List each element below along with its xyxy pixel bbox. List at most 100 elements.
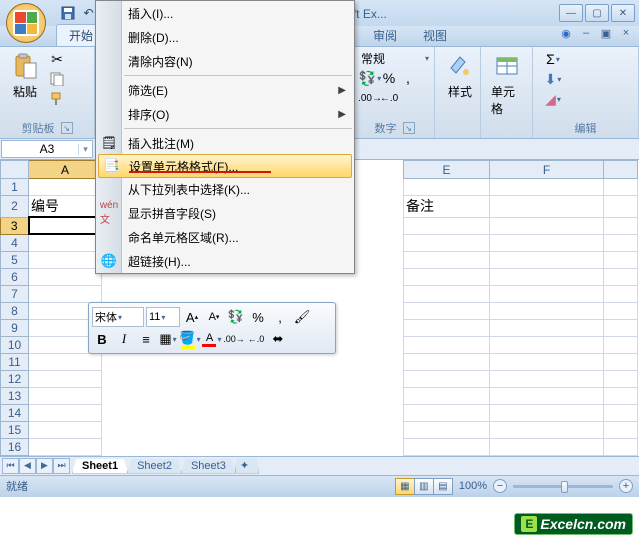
row-header[interactable]: 11	[1, 353, 29, 370]
increase-decimal-icon[interactable]: .00→	[361, 89, 379, 107]
number-format-combo[interactable]: 常规▾	[361, 50, 429, 67]
align-center-icon[interactable]: ≡	[136, 329, 156, 349]
autosum-icon[interactable]: Σ▾	[539, 50, 567, 68]
row-header[interactable]: 15	[1, 421, 29, 438]
percent-icon[interactable]: %	[380, 69, 398, 87]
row-header[interactable]: 6	[1, 268, 29, 285]
row-header[interactable]: 4	[1, 234, 29, 251]
decrease-decimal-icon[interactable]: ←.0	[380, 89, 398, 107]
save-icon[interactable]	[58, 3, 78, 23]
ctx-clear[interactable]: 清除内容(N)	[96, 49, 354, 73]
cell[interactable]	[404, 217, 490, 234]
cell[interactable]	[29, 179, 102, 196]
sheet-tab-2[interactable]: Sheet2	[127, 459, 182, 474]
col-header-F[interactable]: F	[490, 161, 604, 179]
col-header-A[interactable]: A	[29, 161, 102, 179]
cells-button[interactable]: 单元格	[487, 50, 526, 119]
ctx-phonetic[interactable]: wén文显示拼音字段(S)	[96, 201, 354, 225]
row-header[interactable]: 2	[1, 196, 29, 218]
cell[interactable]	[490, 196, 604, 218]
doc-close-button[interactable]: ×	[617, 26, 635, 40]
name-box[interactable]: A3 ▾	[1, 140, 93, 158]
zoom-slider[interactable]	[513, 485, 613, 488]
row-header[interactable]: 16	[1, 438, 29, 455]
mini-size-combo[interactable]: 11▾	[146, 307, 180, 327]
mini-format-painter-icon[interactable]: 🖌	[292, 307, 312, 327]
mini-increase-decimal-icon[interactable]: .00→	[224, 329, 244, 349]
bold-button[interactable]: B	[92, 329, 112, 349]
ctx-hyperlink[interactable]: 🌐超链接(H)...	[96, 249, 354, 273]
ctx-define-name[interactable]: 命名单元格区域(R)...	[96, 225, 354, 249]
cell[interactable]	[490, 217, 604, 234]
paste-button[interactable]: 粘贴	[6, 50, 44, 102]
view-normal-icon[interactable]: ▦	[395, 478, 415, 495]
number-launcher[interactable]: ↘	[403, 122, 415, 134]
doc-restore-button[interactable]: ▣	[597, 26, 615, 40]
ctx-insert[interactable]: 插入(I)...	[96, 1, 354, 25]
format-painter-icon[interactable]	[48, 90, 66, 108]
fill-color-icon[interactable]: 🪣▾	[180, 329, 200, 349]
row-header[interactable]: 7	[1, 285, 29, 302]
cut-icon[interactable]: ✂	[48, 50, 66, 68]
ctx-pick-list[interactable]: 从下拉列表中选择(K)...	[96, 177, 354, 201]
col-header-E[interactable]: E	[404, 161, 490, 179]
ctx-format-cells[interactable]: 📑设置单元格格式(F)...	[98, 154, 352, 178]
merge-center-icon[interactable]: ⬌	[268, 329, 288, 349]
ctx-sort[interactable]: 排序(O)▶	[96, 102, 354, 126]
help-icon[interactable]: ◉	[557, 26, 575, 40]
font-color-icon[interactable]: A▾	[202, 329, 222, 349]
zoom-out-button[interactable]: −	[493, 479, 507, 493]
close-button[interactable]: ✕	[611, 4, 635, 22]
tab-first-icon[interactable]: ⏮	[2, 458, 19, 474]
comma-icon[interactable]: ,	[399, 69, 417, 87]
row-header[interactable]: 1	[1, 179, 29, 196]
cell-A3-active[interactable]	[29, 217, 102, 234]
row-header[interactable]: 10	[1, 336, 29, 353]
col-header-next[interactable]	[604, 161, 638, 179]
currency-icon[interactable]: 💱▾	[361, 69, 379, 87]
italic-button[interactable]: I	[114, 329, 134, 349]
office-button[interactable]	[6, 3, 46, 43]
mini-font-combo[interactable]: 宋体▾	[92, 307, 144, 327]
fill-icon[interactable]: ⬇▾	[539, 70, 567, 88]
tab-next-icon[interactable]: ▶	[36, 458, 53, 474]
view-layout-icon[interactable]: ▥	[414, 478, 434, 495]
styles-button[interactable]: 样式	[441, 50, 479, 102]
cell-A2[interactable]: 编号	[29, 196, 102, 218]
tab-review[interactable]: 审阅	[360, 24, 410, 46]
copy-icon[interactable]	[48, 70, 66, 88]
namebox-drop-icon[interactable]: ▾	[78, 144, 92, 155]
ctx-comment[interactable]: 🗒插入批注(M)	[96, 131, 354, 155]
clear-icon[interactable]: ◢▾	[539, 90, 567, 108]
mini-decrease-decimal-icon[interactable]: ←.0	[246, 329, 266, 349]
shrink-font-icon[interactable]: A▾	[204, 307, 224, 327]
zoom-thumb[interactable]	[561, 481, 568, 493]
minimize-button[interactable]: —	[559, 4, 583, 22]
select-all-corner[interactable]	[1, 161, 29, 179]
sheet-tab-new[interactable]: ✦	[235, 458, 259, 474]
cell[interactable]	[490, 179, 604, 196]
ctx-filter[interactable]: 筛选(E)▶	[96, 78, 354, 102]
mini-currency-icon[interactable]: 💱	[226, 307, 246, 327]
maximize-button[interactable]: ▢	[585, 4, 609, 22]
tab-last-icon[interactable]: ⏭	[53, 458, 70, 474]
zoom-percent[interactable]: 100%	[459, 480, 487, 492]
borders-icon[interactable]: ▦▾	[158, 329, 178, 349]
mini-percent-icon[interactable]: %	[248, 307, 268, 327]
zoom-in-button[interactable]: +	[619, 479, 633, 493]
row-header[interactable]: 12	[1, 370, 29, 387]
sheet-tab-1[interactable]: Sheet1	[72, 459, 128, 474]
sheet-tab-3[interactable]: Sheet3	[181, 459, 236, 474]
row-header[interactable]: 9	[1, 319, 29, 336]
tab-prev-icon[interactable]: ◀	[19, 458, 36, 474]
row-header[interactable]: 5	[1, 251, 29, 268]
mini-comma-icon[interactable]: ,	[270, 307, 290, 327]
ctx-delete[interactable]: 删除(D)...	[96, 25, 354, 49]
cell[interactable]	[404, 179, 490, 196]
doc-minimize-button[interactable]: –	[577, 26, 595, 40]
view-break-icon[interactable]: ▤	[433, 478, 453, 495]
row-header[interactable]: 14	[1, 404, 29, 421]
row-header[interactable]: 13	[1, 387, 29, 404]
cell-E2[interactable]: 备注	[404, 196, 490, 218]
grow-font-icon[interactable]: A▴	[182, 307, 202, 327]
